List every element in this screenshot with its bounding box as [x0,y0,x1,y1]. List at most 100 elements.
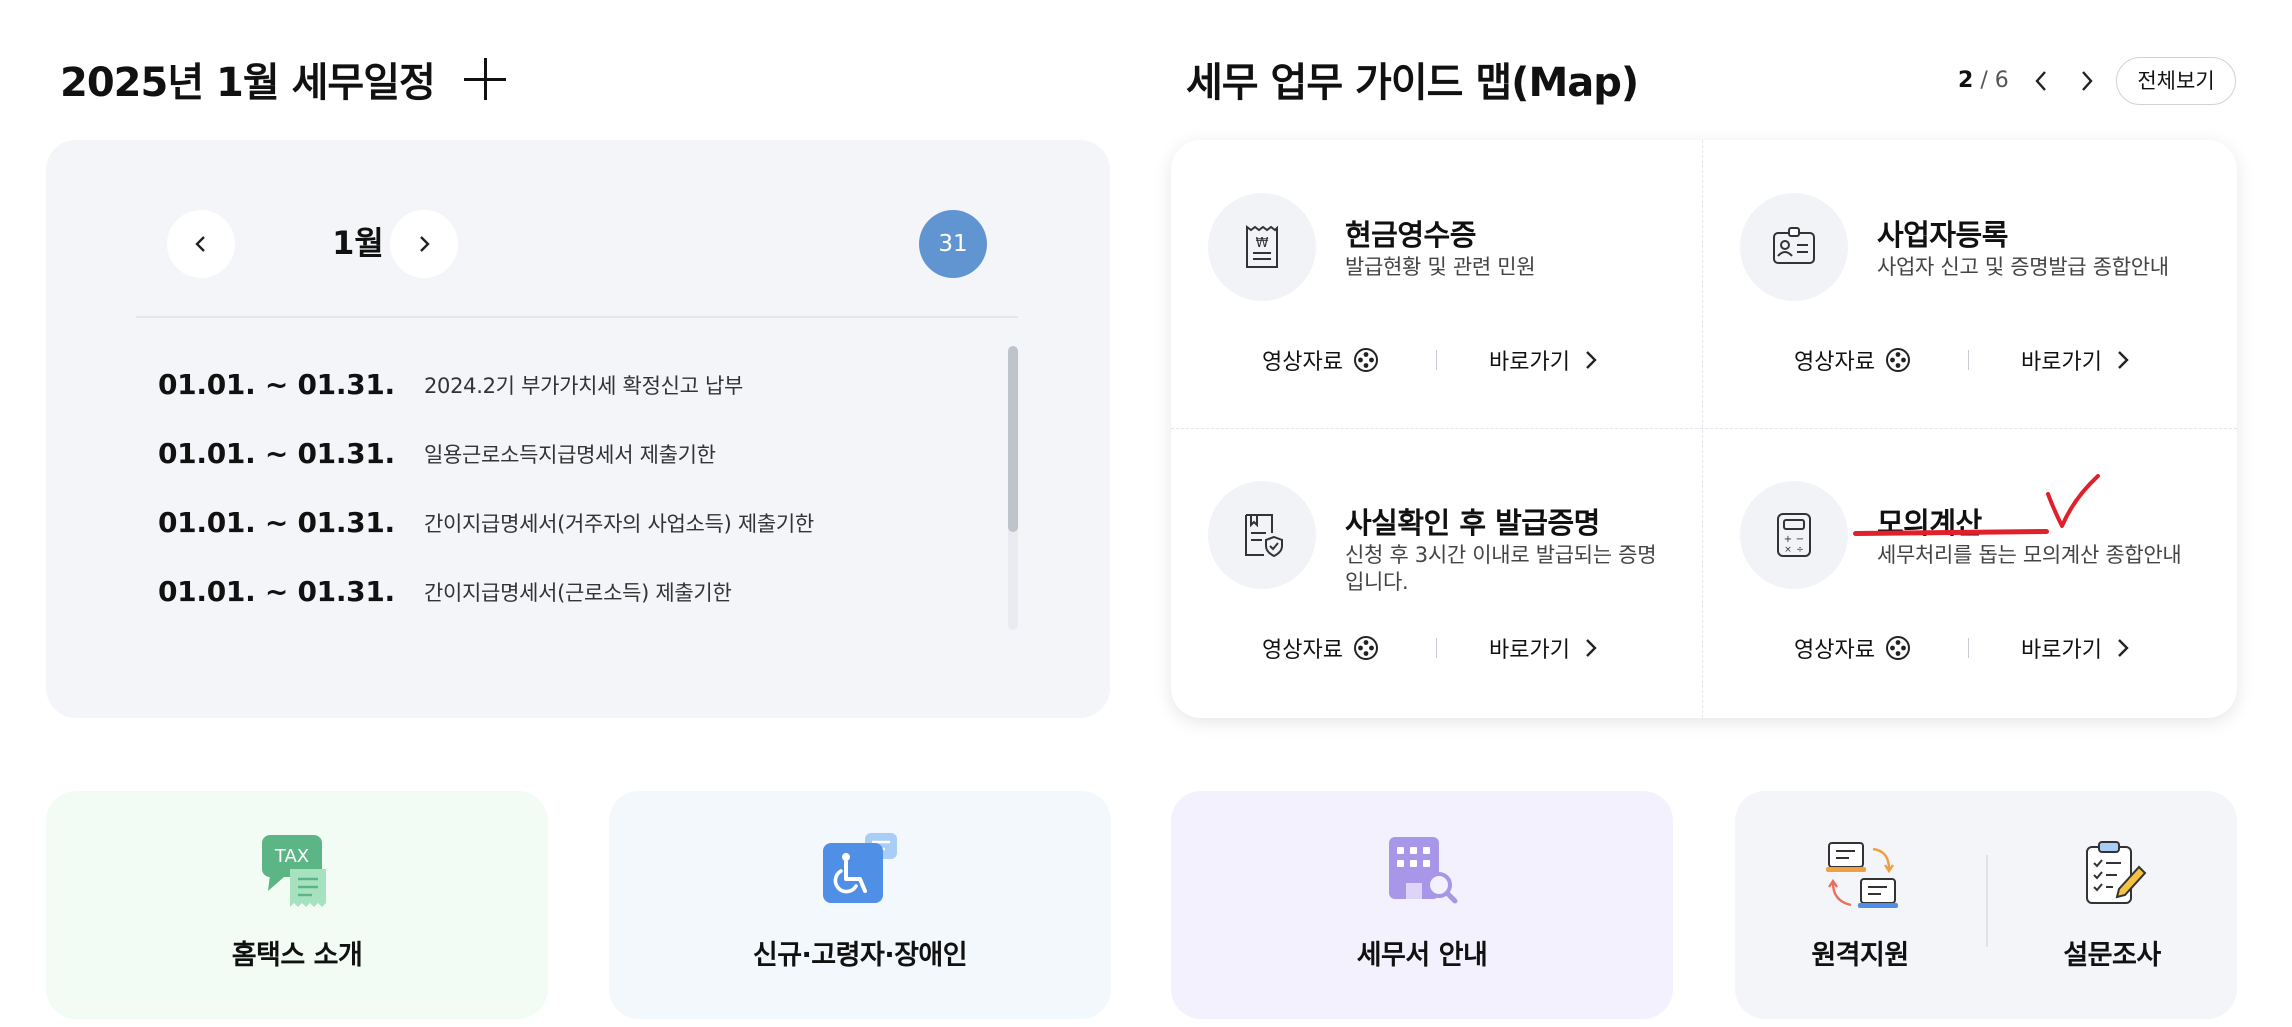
go-link[interactable]: 바로가기 [1489,632,1598,664]
cell-title[interactable]: 사업자등록 [1877,212,2008,254]
go-label: 바로가기 [1489,350,1570,375]
video-label: 영상자료 [1794,350,1875,375]
svg-text:−: − [1796,534,1804,545]
schedule-date: 01.01. ~ 01.31. [158,575,395,608]
guide-cell-business-registration: 사업자등록 사업자 신고 및 증명발급 종합안내 영상자료 바로가기 [1703,140,2235,428]
schedule-row[interactable]: 01.01. ~ 01.31. 간이지급명세서(근로소득) 제출기한 [158,557,1018,626]
add-schedule-button[interactable] [462,56,508,102]
office-search-icon [1389,837,1458,904]
prev-page-button[interactable] [2024,64,2058,98]
hometax-intro-card[interactable]: TAX 홈택스 소개 [46,791,548,1019]
page-separator: / [1980,68,1988,93]
view-all-button[interactable]: 전체보기 [2116,57,2236,105]
icon-circle [1208,481,1316,589]
cell-description: 발급현황 및 관련 민원 [1345,255,1536,279]
go-link[interactable]: 바로가기 [2021,344,2130,376]
receipt-icon: ₩ [1246,225,1278,268]
film-reel-icon [1885,348,1910,372]
annotation-check-icon [2046,474,2100,528]
video-label: 영상자료 [1262,638,1343,663]
video-label: 영상자료 [1262,350,1343,375]
schedule-text: 일용근로소득지급명세서 제출기한 [424,442,716,467]
svg-text:+: + [1784,534,1792,545]
guide-cell-fact-certificate: 사실확인 후 발급증명 신청 후 3시간 이내로 발급되는 증명입니다. 영상자… [1171,428,1703,716]
icon-circle [1740,193,1848,301]
film-reel-icon [1353,636,1378,660]
remote-support-link[interactable]: 원격지원 [1735,791,1985,1019]
film-reel-icon [1353,348,1378,372]
cell-description: 신청 후 3시간 이내로 발급되는 증명입니다. [1345,543,1657,594]
quick-link-label: 설문조사 [2063,940,2161,971]
quick-link-label: 원격지원 [1811,940,1909,971]
go-label: 바로가기 [1489,638,1570,663]
video-link[interactable]: 영상자료 [1794,344,1911,376]
schedule-title: 2025년 1월 세무일정 [60,60,436,106]
certificate-icon [1245,514,1283,558]
go-label: 바로가기 [2021,638,2102,663]
icon-circle: + − × ÷ [1740,481,1848,589]
chevron-left-icon [2035,71,2046,91]
go-label: 바로가기 [2021,350,2102,375]
schedule-text: 간이지급명세서(거주자의 사업소득) 제출기한 [424,511,814,536]
schedule-text: 간이지급명세서(근로소득) 제출기한 [424,580,732,605]
schedule-divider [136,316,1018,318]
cell-title[interactable]: 현금영수증 [1345,212,1476,254]
survey-link[interactable]: 설문조사 [1987,791,2237,1019]
video-link[interactable]: 영상자료 [1262,632,1379,664]
guide-map-title: 세무 업무 가이드 맵(Map) [1186,60,1639,106]
schedule-date: 01.01. ~ 01.31. [158,437,395,470]
wheelchair-chat-icon [823,833,897,903]
link-separator [1436,350,1437,370]
cell-description: 사업자 신고 및 증명발급 종합안내 [1877,255,2169,279]
chevron-right-icon [2118,639,2129,657]
svg-text:÷: ÷ [1796,545,1804,555]
video-label: 영상자료 [1794,638,1875,663]
cell-title[interactable]: 모의계산 [1877,500,1982,542]
tax-chat-icon: TAX [262,835,326,907]
next-page-button[interactable] [2070,64,2104,98]
schedule-list: 01.01. ~ 01.31. 2024.2기 부가가치세 확정신고 납부 01… [158,350,1018,626]
video-link[interactable]: 영상자료 [1794,632,1911,664]
support-survey-card: 원격지원 설문조사 [1735,791,2237,1019]
quick-link-label: 홈택스 소개 [231,940,363,971]
tax-office-card[interactable]: 세무서 안내 [1171,791,1673,1019]
chevron-right-icon [1586,351,1597,369]
schedule-row[interactable]: 01.01. ~ 01.31. 2024.2기 부가가치세 확정신고 납부 [158,350,1018,419]
guide-cell-cash-receipt: ₩ 현금영수증 발급현황 및 관련 민원 영상자료 바로가기 [1171,140,1703,428]
calculator-icon: + − × ÷ [1777,513,1811,557]
schedule-scrollbar[interactable] [1008,346,1018,630]
id-card-icon [1773,227,1815,264]
tax-badge-text: TAX [274,846,309,867]
chevron-right-icon [420,236,430,252]
remote-support-icon [1826,842,1898,908]
schedule-row[interactable]: 01.01. ~ 01.31. 일용근로소득지급명세서 제출기한 [158,419,1018,488]
cell-description: 세무처리를 돕는 모의계산 종합안내 [1877,543,2182,567]
schedule-row[interactable]: 01.01. ~ 01.31. 간이지급명세서(거주자의 사업소득) 제출기한 [158,488,1018,557]
svg-text:₩: ₩ [1256,236,1269,251]
film-reel-icon [1885,636,1910,660]
guide-cell-mock-calculation: + − × ÷ 모의계산 세무처리를 돕는 모의계산 종합안내 영상자료 바로가… [1703,428,2235,716]
prev-month-button[interactable] [167,210,235,278]
chevron-right-icon [1586,639,1597,657]
go-link[interactable]: 바로가기 [2021,632,2130,664]
accessibility-card[interactable]: 신규·고령자·장애인 [609,791,1111,1019]
svg-text:×: × [1784,545,1792,555]
video-link[interactable]: 영상자료 [1262,344,1379,376]
quick-link-label: 신규·고령자·장애인 [752,940,968,971]
cell-title[interactable]: 사실확인 후 발급증명 [1345,500,1600,542]
go-link[interactable]: 바로가기 [1489,344,1598,376]
link-separator [1968,638,1969,658]
chevron-right-icon [2118,351,2129,369]
survey-clipboard-icon [2086,841,2147,904]
today-badge[interactable]: 31 [919,210,987,278]
link-separator [1968,350,1969,370]
link-separator [1436,638,1437,658]
guide-map-panel: ₩ 현금영수증 발급현황 및 관련 민원 영상자료 바로가기 사업자등록 사업자… [1171,140,2237,718]
schedule-panel: 1월 31 01.01. ~ 01.31. 2024.2기 부가가치세 확정신고… [46,140,1110,718]
chevron-right-icon [2082,71,2093,91]
next-month-button[interactable] [390,210,458,278]
scrollbar-thumb[interactable] [1008,346,1018,532]
schedule-date: 01.01. ~ 01.31. [158,506,395,539]
page-indicator: 2 / 6 [1958,68,2009,93]
page-total: 6 [1994,68,2009,93]
